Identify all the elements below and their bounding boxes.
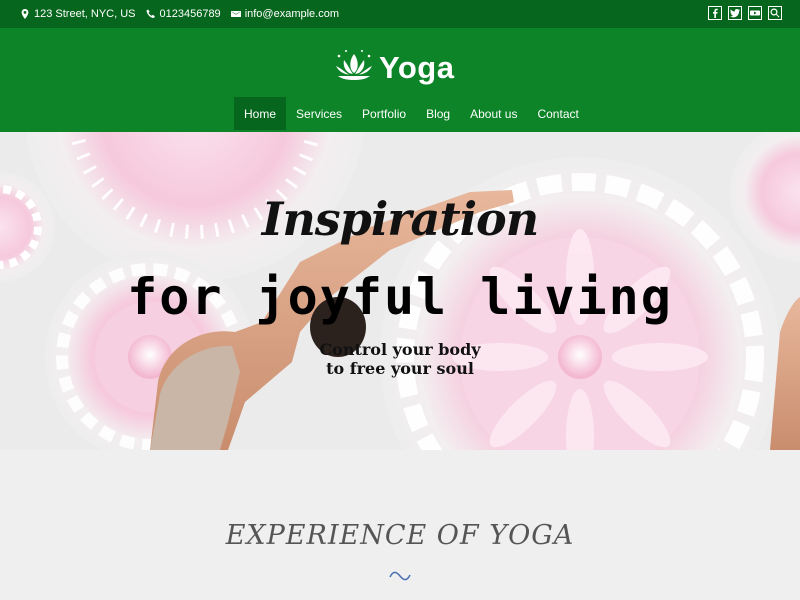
nav-item-portfolio[interactable]: Portfolio — [352, 97, 416, 130]
logo-text: Yoga — [379, 50, 455, 85]
nav-item-contact[interactable]: Contact — [527, 97, 588, 130]
nav-item-about-us[interactable]: About us — [460, 97, 527, 130]
nav-item-services[interactable]: Services — [286, 97, 352, 130]
contact-info: 123 Street, NYC, US 0123456789 info@exam… — [20, 0, 339, 28]
nav-item-home[interactable]: Home — [234, 97, 287, 130]
main-nav: Home Services Portfolio Blog About us Co… — [234, 97, 589, 130]
hero-subtitle-line-1: Control your body — [319, 340, 481, 359]
email: info@example.com — [230, 8, 339, 20]
address-text: 123 Street, NYC, US — [34, 8, 136, 20]
email-text[interactable]: info@example.com — [245, 8, 339, 20]
search-button[interactable] — [768, 6, 782, 20]
youtube-icon — [750, 10, 760, 16]
experience-section: EXPERIENCE OF YOGA — [0, 450, 800, 600]
site-header: Yoga Home Services Portfolio Blog About … — [0, 28, 800, 132]
nav-item-blog[interactable]: Blog — [416, 97, 460, 130]
section-title: EXPERIENCE OF YOGA — [225, 520, 575, 551]
address: 123 Street, NYC, US — [20, 8, 136, 20]
hero-script-title: Inspiration — [261, 192, 539, 246]
twitter-icon — [730, 9, 740, 18]
wave-divider-icon — [389, 571, 411, 581]
logo[interactable]: Yoga — [333, 46, 455, 90]
facebook-link[interactable] — [708, 6, 722, 20]
map-marker-icon — [21, 9, 29, 19]
hero-subtitle-line-2: to free your soul — [326, 359, 474, 378]
hero-banner: Inspiration for joyful living Control yo… — [0, 132, 800, 450]
social-links — [708, 6, 782, 20]
phone-text[interactable]: 0123456789 — [160, 8, 221, 20]
phone-icon — [146, 9, 155, 18]
top-bar: 123 Street, NYC, US 0123456789 info@exam… — [0, 0, 800, 28]
search-icon — [770, 8, 780, 18]
phone: 0123456789 — [146, 8, 221, 20]
hero-main-title: for joyful living — [127, 268, 673, 326]
envelope-icon — [230, 11, 241, 17]
lotus-icon — [336, 50, 372, 80]
twitter-link[interactable] — [728, 6, 742, 20]
facebook-icon — [713, 8, 718, 18]
youtube-link[interactable] — [748, 6, 762, 20]
